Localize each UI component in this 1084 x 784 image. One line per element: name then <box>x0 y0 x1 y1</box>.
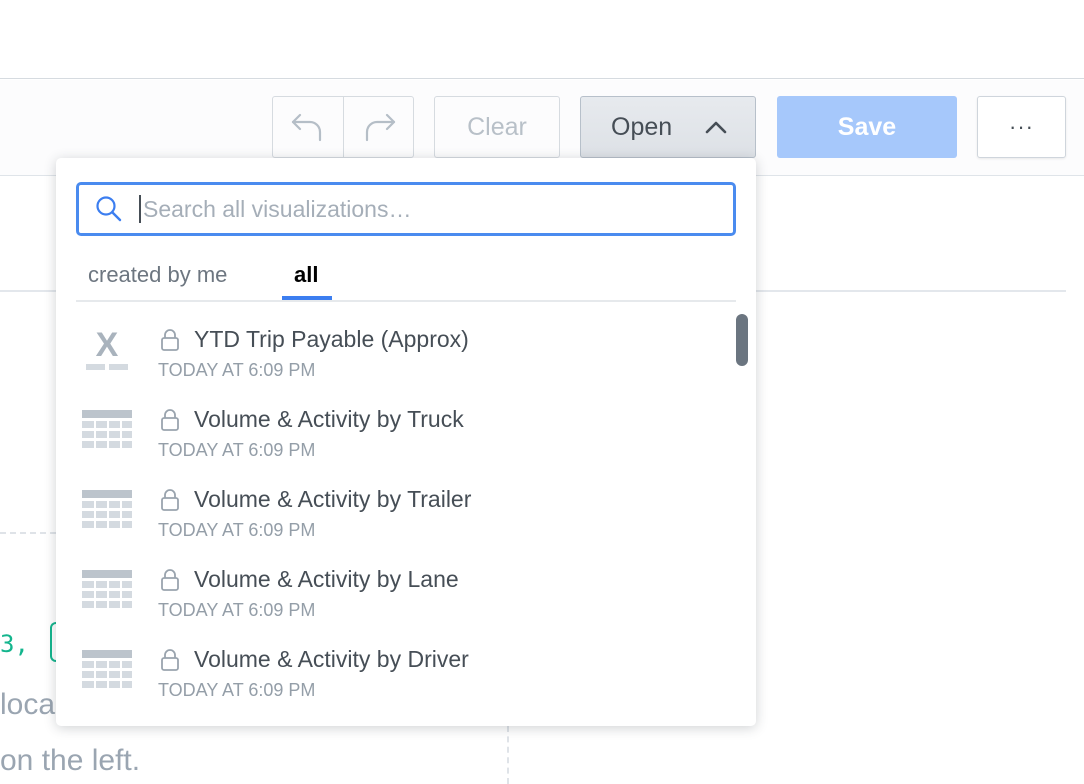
list-item[interactable]: X YTD Trip Payable (Approx) TODAY AT 6:0… <box>56 310 756 390</box>
background-code-snippet: 3, <box>0 630 29 658</box>
list-item-date: TODAY AT 6:09 PM <box>158 520 316 540</box>
svg-text:X: X <box>96 326 119 364</box>
drop-zone-border <box>0 532 56 534</box>
top-bar <box>0 0 1084 79</box>
list-item-date: TODAY AT 6:09 PM <box>158 600 316 620</box>
chevron-up-icon <box>705 121 727 134</box>
save-button[interactable]: Save <box>777 96 957 158</box>
list-item-title: Volume & Activity by Driver <box>194 646 469 672</box>
list-scrollbar[interactable] <box>736 314 748 366</box>
clear-button[interactable]: Clear <box>434 96 560 158</box>
list-item-title: YTD Trip Payable (Approx) <box>194 326 469 352</box>
table-icon <box>82 570 132 608</box>
search-input[interactable] <box>141 195 701 223</box>
list-item-date: TODAY AT 6:09 PM <box>158 680 316 700</box>
search-icon <box>79 195 139 223</box>
headline-x-icon: X <box>86 326 128 370</box>
lock-icon <box>161 409 179 431</box>
list-item[interactable]: Volume & Activity by Driver TODAY AT 6:0… <box>56 630 756 710</box>
lock-icon <box>161 649 179 671</box>
lock-icon <box>161 569 179 591</box>
list-item[interactable]: Volume & Activity by Truck TODAY AT 6:09… <box>56 390 756 470</box>
undo-icon <box>291 113 322 142</box>
undo-redo-group <box>272 96 414 158</box>
lock-icon <box>161 489 179 511</box>
search-box[interactable] <box>76 182 736 236</box>
list-item-date: TODAY AT 6:09 PM <box>158 440 316 460</box>
redo-button[interactable] <box>343 97 413 157</box>
list-item-title: Volume & Activity by Trailer <box>194 486 472 512</box>
table-icon <box>82 490 132 528</box>
more-options-button[interactable]: ··· <box>977 96 1066 158</box>
list-item[interactable]: Volume & Activity by Trailer TODAY AT 6:… <box>56 470 756 550</box>
drop-zone-border-vertical <box>507 726 509 784</box>
tab-all[interactable]: all <box>294 262 318 288</box>
visualization-list: X YTD Trip Payable (Approx) TODAY AT 6:0… <box>56 310 756 710</box>
open-visualization-dropdown: created by me all X YTD Trip Payable (Ap… <box>56 158 756 726</box>
list-item[interactable]: Volume & Activity by Lane TODAY AT 6:09 … <box>56 550 756 630</box>
active-tab-indicator <box>282 296 332 300</box>
open-button[interactable]: Open <box>580 96 756 158</box>
filter-tabs: created by me all <box>76 254 736 302</box>
open-button-label: Open <box>611 112 673 141</box>
background-hint-line-2: on the left. <box>0 744 141 777</box>
table-icon <box>82 410 132 448</box>
table-icon <box>82 650 132 688</box>
undo-button[interactable] <box>273 97 343 157</box>
list-item-title: Volume & Activity by Lane <box>194 566 459 592</box>
lock-icon <box>161 329 179 351</box>
list-item-title: Volume & Activity by Truck <box>194 406 464 432</box>
background-hint-line-1: loca <box>0 688 56 721</box>
list-item-date: TODAY AT 6:09 PM <box>158 360 316 380</box>
redo-icon <box>365 113 395 142</box>
tab-created-by-me[interactable]: created by me <box>88 262 227 288</box>
